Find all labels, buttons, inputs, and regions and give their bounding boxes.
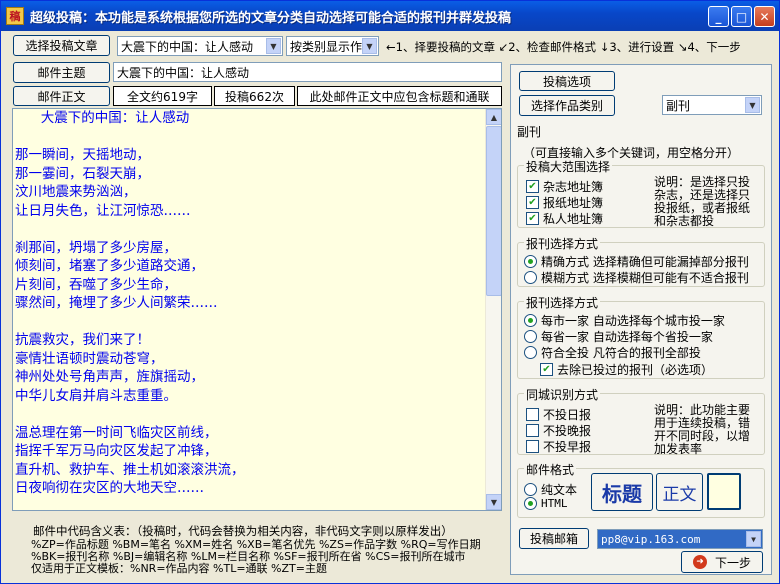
method-group: 报刊选择方式 精确方式 选择精确但可能漏掉部分报刊 模糊方式 选择模糊但可能有不… <box>517 235 765 287</box>
window-title: 超级投稿：本功能是系统根据您所选的文章分类自动选择可能合适的报刊并群发投稿 <box>30 10 512 26</box>
radio-icon <box>524 346 537 359</box>
word-count: 全文约619字 <box>113 86 212 106</box>
body-note: 此处邮件正文中应包含标题和通联 <box>297 86 502 106</box>
mail-subject-button[interactable]: 邮件主题 <box>13 62 110 83</box>
checkmark-icon: ✔ <box>526 180 539 193</box>
select-article-button[interactable]: 选择投稿文章 <box>13 35 110 56</box>
mailbox-button[interactable]: 投稿邮箱 <box>519 528 589 549</box>
maximize-icon: □ <box>735 9 748 24</box>
category-label[interactable]: 副刊 <box>517 123 541 140</box>
next-button-label: 下一步 <box>714 555 751 570</box>
scope-group-title: 投稿大范围选择 <box>524 158 613 175</box>
mail-body-button[interactable]: 邮件正文 <box>13 86 110 106</box>
vertical-scrollbar[interactable]: ▲ ▼ <box>485 109 501 510</box>
tab-submit-options[interactable]: 投稿选项 <box>519 71 615 91</box>
select-category-button[interactable]: 选择作品类别 <box>519 95 615 116</box>
article-textarea[interactable]: 大震下的中国：让人感动 那一瞬间，天摇地动， 那一霎间，石裂天崩， 汶川地震来势… <box>12 108 502 511</box>
scope-note: 说明：是选择只投 杂志，还是选择只 投报纸，或者报纸 和杂志都投 <box>654 175 751 228</box>
radio-icon <box>524 314 537 327</box>
format-title-button[interactable]: 标题 <box>591 473 653 511</box>
article-text[interactable]: 大震下的中国：让人感动 那一瞬间，天摇地动， 那一霎间，石裂天崩， 汶川地震来势… <box>15 109 485 510</box>
close-button[interactable]: ✕ <box>754 6 775 27</box>
radio-icon <box>524 330 537 343</box>
radio-icon <box>524 483 537 496</box>
checkmark-icon: ✔ <box>526 196 539 209</box>
article-combo-value: 大震下的中国：让人感动 <box>121 39 254 54</box>
options-panel: 投稿选项 选择作品类别 副刊 ▼ 副刊 （可直接输入多个关键词，用空格分开） 投… <box>510 64 772 575</box>
minimize-icon: _ <box>715 9 722 24</box>
app-icon: 稿 <box>6 7 24 25</box>
checkbox-private[interactable]: ✔ 私人地址簿 <box>526 210 603 227</box>
radio-one-per-city[interactable]: 每市一家 自动选择每个城市投一家 <box>524 312 725 329</box>
checkbox-no-evening[interactable]: 不投晚报 <box>526 422 591 439</box>
radio-icon <box>524 271 537 284</box>
scroll-thumb[interactable] <box>486 126 501 296</box>
radio-all[interactable]: 符合全投 凡符合的报刊全部投 <box>524 344 701 361</box>
title-bar[interactable]: 稿 超级投稿：本功能是系统根据您所选的文章分类自动选择可能合适的报刊并群发投稿 … <box>1 1 779 31</box>
mail-subject-field[interactable]: 大震下的中国：让人感动 <box>113 62 502 82</box>
sort-combo[interactable]: 按类别显示作 ▼ <box>286 36 379 56</box>
range-group: 报刊选择方式 每市一家 自动选择每个城市投一家 每省一家 自动选择每个省投一家 … <box>517 294 765 379</box>
radio-fuzzy[interactable]: 模糊方式 选择模糊但可能有不适合报刊 <box>524 269 749 286</box>
radio-icon <box>524 255 537 268</box>
format-group-title: 邮件格式 <box>524 461 577 478</box>
steps-hint: ←1、择要投稿的文章 ↙2、检查邮件格式 ↓3、进行设置 ↘4、下一步 <box>386 40 741 54</box>
main-window: 稿 超级投稿：本功能是系统根据您所选的文章分类自动选择可能合适的报刊并群发投稿 … <box>0 0 780 584</box>
method-group-title: 报刊选择方式 <box>524 235 601 252</box>
arrow-right-icon: ➜ <box>692 555 707 569</box>
close-icon: ✕ <box>759 9 770 24</box>
radio-plain-text[interactable]: 纯文本 <box>524 481 577 498</box>
chevron-down-icon[interactable]: ▼ <box>266 38 281 54</box>
mailbox-value: pp8@vip.163.com <box>601 532 701 546</box>
mailbox-combo[interactable]: pp8@vip.163.com ▼ <box>597 529 763 549</box>
sort-combo-value: 按类别显示作 <box>290 39 363 54</box>
radio-one-per-province[interactable]: 每省一家 自动选择每个省投一家 <box>524 328 713 345</box>
scroll-down-icon[interactable]: ▼ <box>486 494 501 510</box>
city-group: 同城识别方式 不投日报 不投晚报 不投早报 说明：此功能主要 用于连续投稿，错 … <box>517 386 765 456</box>
minimize-button[interactable]: _ <box>708 6 729 27</box>
checkmark-icon: ✔ <box>540 363 553 376</box>
code-legend-line-3: 仅适用于正文模板：%NR=作品内容 %TL=通联 %ZT=主题 <box>31 562 327 575</box>
radio-precise[interactable]: 精确方式 选择精确但可能漏掉部分报刊 <box>524 253 749 270</box>
submit-count: 投稿662次 <box>214 86 295 106</box>
category-combo-value: 副刊 <box>666 98 691 113</box>
city-group-title: 同城识别方式 <box>524 386 601 403</box>
article-combo[interactable]: 大震下的中国：让人感动 ▼ <box>117 36 283 56</box>
radio-html[interactable]: HTML <box>524 497 568 510</box>
scroll-up-icon[interactable]: ▲ <box>486 109 501 125</box>
next-button[interactable]: ➜ 下一步 <box>681 551 763 573</box>
format-group: 邮件格式 纯文本 HTML 标题 正文 <box>517 461 765 518</box>
chevron-down-icon[interactable]: ▼ <box>362 38 377 54</box>
checkmark-icon: ✔ <box>526 212 539 225</box>
chevron-down-icon[interactable]: ▼ <box>746 531 761 547</box>
category-combo[interactable]: 副刊 ▼ <box>662 95 762 115</box>
chevron-down-icon[interactable]: ▼ <box>745 97 760 113</box>
maximize-button[interactable]: □ <box>731 6 752 27</box>
background-color-swatch[interactable] <box>707 473 741 510</box>
checkbox-magazine[interactable]: ✔ 杂志地址簿 <box>526 178 603 195</box>
range-group-title: 报刊选择方式 <box>524 294 601 311</box>
checkbox-no-daily[interactable]: 不投日报 <box>526 406 591 423</box>
mail-subject-value: 大震下的中国：让人感动 <box>117 65 250 80</box>
scope-group: 投稿大范围选择 ✔ 杂志地址簿 ✔ 报纸地址簿 ✔ 私人地址簿 说明：是选择只投 杂志… <box>517 158 765 228</box>
format-body-button[interactable]: 正文 <box>656 473 703 511</box>
checkbox-dedupe[interactable]: ✔ 去除已投过的报刊（必选项） <box>540 361 713 378</box>
checkbox-newspaper[interactable]: ✔ 报纸地址簿 <box>526 194 603 211</box>
code-legend-title: 邮件中代码含义表：（投稿时，代码会替换为相关内容，非代码文字则以原样发出） <box>33 524 453 538</box>
city-note: 说明：此功能主要 用于连续投稿，错 开不同时段，以增 加发表率 <box>654 403 751 456</box>
radio-icon <box>524 497 537 510</box>
checkbox-no-morning[interactable]: 不投早报 <box>526 438 591 455</box>
